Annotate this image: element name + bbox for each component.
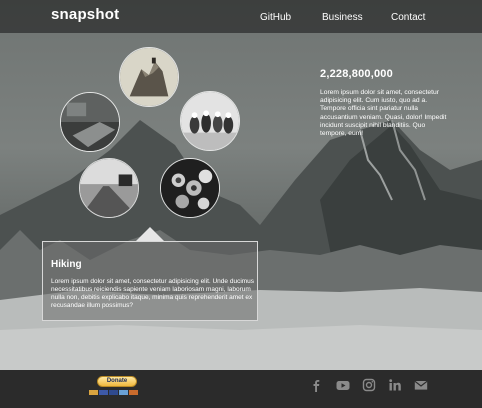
nav-link-contact[interactable]: Contact <box>391 12 425 23</box>
facebook-icon[interactable] <box>309 378 323 392</box>
instagram-icon[interactable] <box>362 378 376 392</box>
dogs-photo <box>181 92 239 150</box>
mountain-climber-photo <box>120 48 178 106</box>
gallery-circle-camera-lens[interactable] <box>160 158 220 218</box>
stat-description: Lorem ipsum dolor sit amet, consectetur … <box>320 89 447 138</box>
card-pointer-arrow <box>136 227 164 241</box>
linkedin-icon[interactable] <box>388 378 402 392</box>
gallery-circle-dogs[interactable] <box>180 91 240 151</box>
discover-icon <box>129 390 138 395</box>
laptop-photo <box>61 93 119 151</box>
card-description: Lorem ipsum dolor sit amet, consectetur … <box>51 278 255 309</box>
card-title: Hiking <box>51 259 82 270</box>
visa-icon <box>109 390 118 395</box>
nav-link-github[interactable]: GitHub <box>260 12 291 23</box>
road-photo <box>80 159 138 217</box>
gallery-circle-road[interactable] <box>79 158 139 218</box>
top-navbar: snapshot GitHub Business Contact <box>0 0 482 33</box>
mastercard-icon <box>89 390 98 395</box>
footer: Donate <box>0 370 482 408</box>
stat-number: 2,228,800,000 <box>320 68 393 80</box>
site-logo[interactable]: snapshot <box>51 6 119 23</box>
payment-cards <box>89 390 139 408</box>
info-card: Hiking Lorem ipsum dolor sit amet, conse… <box>42 241 258 321</box>
camera-lens-photo <box>161 159 219 217</box>
nav-link-business[interactable]: Business <box>322 12 363 23</box>
youtube-icon[interactable] <box>336 378 350 392</box>
donate-button[interactable]: Donate <box>97 376 137 387</box>
visa-icon <box>99 390 108 395</box>
gallery-circle-laptop[interactable] <box>60 92 120 152</box>
gallery-circle-mountain-climber[interactable] <box>119 47 179 107</box>
amex-icon <box>119 390 128 395</box>
mail-icon[interactable] <box>414 378 428 392</box>
